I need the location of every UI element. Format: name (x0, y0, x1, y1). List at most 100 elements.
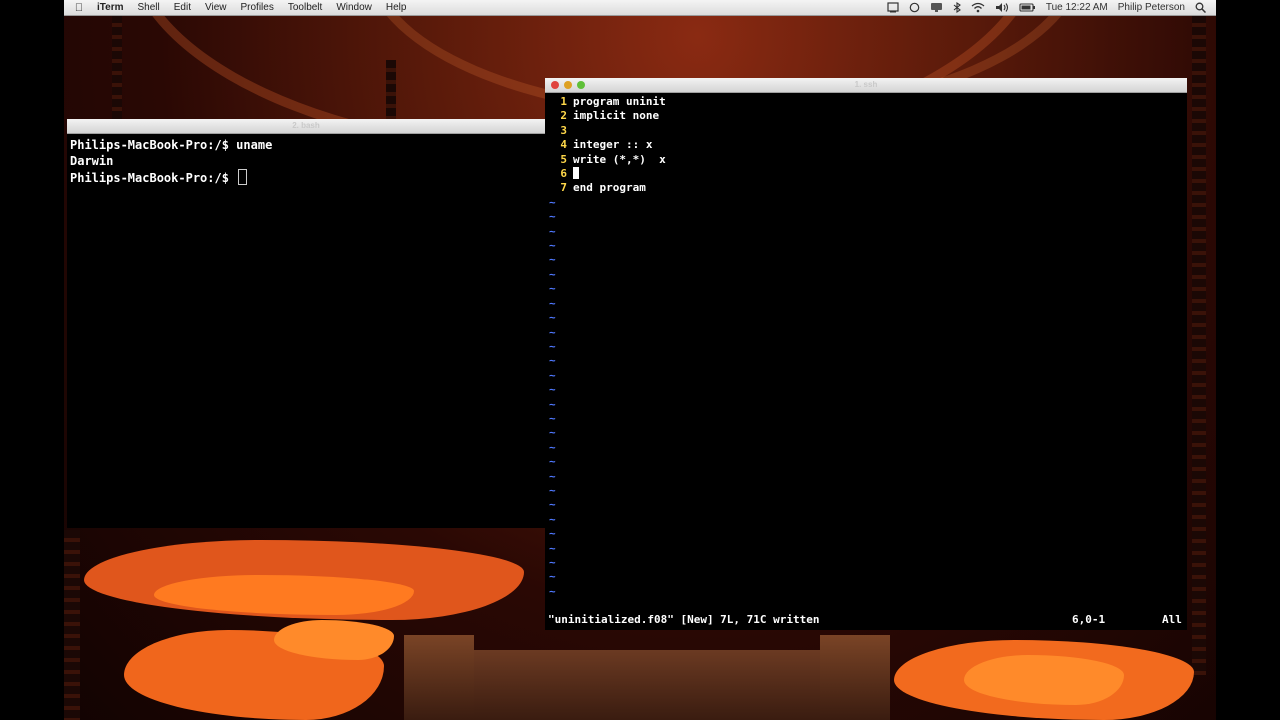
letterbox-left (0, 0, 64, 720)
wallpaper-post (820, 635, 890, 720)
window-controls (551, 81, 585, 89)
tilde-line: ~ (549, 354, 556, 368)
time-machine-icon[interactable] (909, 2, 920, 13)
code-line: 7 end program (547, 181, 1187, 195)
line-number: 7 (560, 181, 567, 195)
volume-icon[interactable] (995, 2, 1009, 13)
menu-edit[interactable]: Edit (167, 0, 198, 15)
line-number: 5 (560, 152, 567, 166)
terminal-output[interactable]: Philips-MacBook-Pro:/$ uname Darwin Phil… (67, 134, 545, 186)
code-line: 5 write (*,*) x (547, 153, 1187, 167)
line-number: 4 (560, 138, 567, 152)
menu-help[interactable]: Help (379, 0, 414, 15)
terminal-line: Darwin (70, 154, 114, 168)
wallpaper-chain (112, 15, 122, 125)
scroll-indicator: All (1162, 613, 1182, 626)
tilde-line: ~ (549, 195, 556, 209)
tilde-line: ~ (549, 411, 556, 425)
menu-user[interactable]: Philip Peterson (1118, 2, 1185, 13)
line-number: 3 (560, 123, 567, 137)
menu-app-name[interactable]: iTerm (90, 0, 131, 15)
code-line: 4 integer :: x (547, 138, 1187, 152)
display-icon[interactable] (930, 2, 943, 13)
vim-editor[interactable]: 1 program uninit 2 implicit none 3 4 intege… (545, 93, 1187, 615)
terminal-window-bash[interactable]: 2. bash Philips-MacBook-Pro:/$ uname Dar… (67, 119, 545, 528)
terminal-prompt-line: Philips-MacBook-Pro:/$ (70, 169, 545, 186)
tilde-line: ~ (549, 311, 556, 325)
zoom-button[interactable] (577, 81, 585, 89)
code-line: 3 (547, 124, 1187, 138)
tilde-line: ~ (549, 440, 556, 454)
code-text: end program (573, 181, 646, 195)
tilde-line: ~ (549, 483, 556, 497)
line-number: 1 (560, 95, 567, 108)
tilde-line: ~ (549, 556, 556, 569)
tilde-line: ~ (549, 368, 556, 382)
wallpaper-walkway (444, 650, 884, 720)
spotlight-search-icon[interactable] (1195, 2, 1206, 13)
menu-window[interactable]: Window (329, 0, 379, 15)
menu-bar:  iTerm Shell Edit View Profiles Toolbel… (64, 0, 1216, 16)
tilde-line: ~ (549, 498, 556, 512)
window-titlebar[interactable]: 1. ssh (545, 78, 1187, 93)
menu-toolbelt[interactable]: Toolbelt (281, 0, 329, 15)
menu-view[interactable]: View (198, 0, 234, 15)
code-text: implicit none (573, 109, 660, 123)
vim-status-line: "uninitialized.f08" [New] 7L, 71C writte… (548, 613, 1184, 626)
code-line: 1 program uninit (547, 95, 1187, 109)
line-number: 6 (560, 167, 567, 181)
tilde-line: ~ (549, 426, 556, 440)
tilde-line: ~ (549, 570, 556, 584)
window-title: 1. ssh (854, 80, 878, 89)
terminal-prompt: Philips-MacBook-Pro:/$ (70, 171, 237, 185)
status-message: "uninitialized.f08" [New] 7L, 71C writte… (548, 613, 820, 626)
tilde-line: ~ (549, 267, 556, 281)
terminal-window-ssh[interactable]: 1. ssh 1 program uninit 2 implicit none 3 … (545, 78, 1187, 630)
apple-icon[interactable]:  (68, 2, 90, 14)
terminal-cursor (238, 169, 248, 185)
tilde-line: ~ (549, 541, 556, 555)
tilde-line: ~ (549, 282, 556, 296)
code-text: write (*,*) x (573, 152, 666, 166)
code-line: 6 (547, 167, 1187, 181)
menu-clock[interactable]: Tue 12:22 AM (1046, 2, 1108, 13)
tilde-line: ~ (549, 584, 556, 598)
tilde-line: ~ (549, 239, 556, 253)
wifi-icon[interactable] (971, 2, 985, 13)
menu-extras: Tue 12:22 AM Philip Peterson (887, 2, 1216, 13)
menu-profiles[interactable]: Profiles (233, 0, 280, 15)
tilde-line: ~ (549, 397, 556, 411)
tilde-line: ~ (549, 527, 556, 541)
terminal-line: Philips-MacBook-Pro:/$ uname (70, 138, 273, 152)
bluetooth-icon[interactable] (953, 2, 961, 13)
wallpaper-chain (386, 60, 396, 120)
wallpaper-chain (1192, 15, 1206, 675)
close-button[interactable] (551, 81, 559, 89)
wallpaper-post (404, 635, 474, 720)
tilde-line: ~ (549, 210, 556, 224)
vim-cursor (573, 167, 579, 180)
battery-icon[interactable] (1019, 2, 1036, 13)
tilde-line: ~ (549, 512, 556, 526)
tilde-line: ~ (549, 469, 556, 483)
letterbox-right (1216, 0, 1280, 720)
tilde-line: ~ (549, 455, 556, 469)
tilde-line: ~ (549, 383, 556, 397)
code-text: integer :: x (573, 138, 653, 152)
tilde-line: ~ (549, 339, 556, 353)
code-line: 2 implicit none (547, 109, 1187, 123)
code-text: program uninit (573, 95, 666, 108)
window-titlebar[interactable]: 2. bash (67, 119, 545, 134)
tilde-line: ~ (549, 325, 556, 339)
line-number: 2 (560, 109, 567, 123)
screen-record-icon[interactable] (887, 2, 899, 13)
wallpaper-chain (64, 530, 80, 720)
tilde-line: ~ (549, 253, 556, 267)
tilde-line: ~ (549, 224, 556, 238)
tilde-line: ~ (549, 296, 556, 310)
empty-buffer-lines: ~ ~ ~ ~ ~ ~ ~ ~ ~ ~ ~ ~ ~ ~ ~ ~ ~ ~ ~ ~ ~ ~ ~ ~ ~ ~ ~ ~ (547, 196, 1187, 599)
menu-shell[interactable]: Shell (131, 0, 167, 15)
window-title: 2. bash (292, 121, 320, 130)
cursor-position: 6,0-1 (1072, 613, 1106, 626)
minimize-button[interactable] (564, 81, 572, 89)
